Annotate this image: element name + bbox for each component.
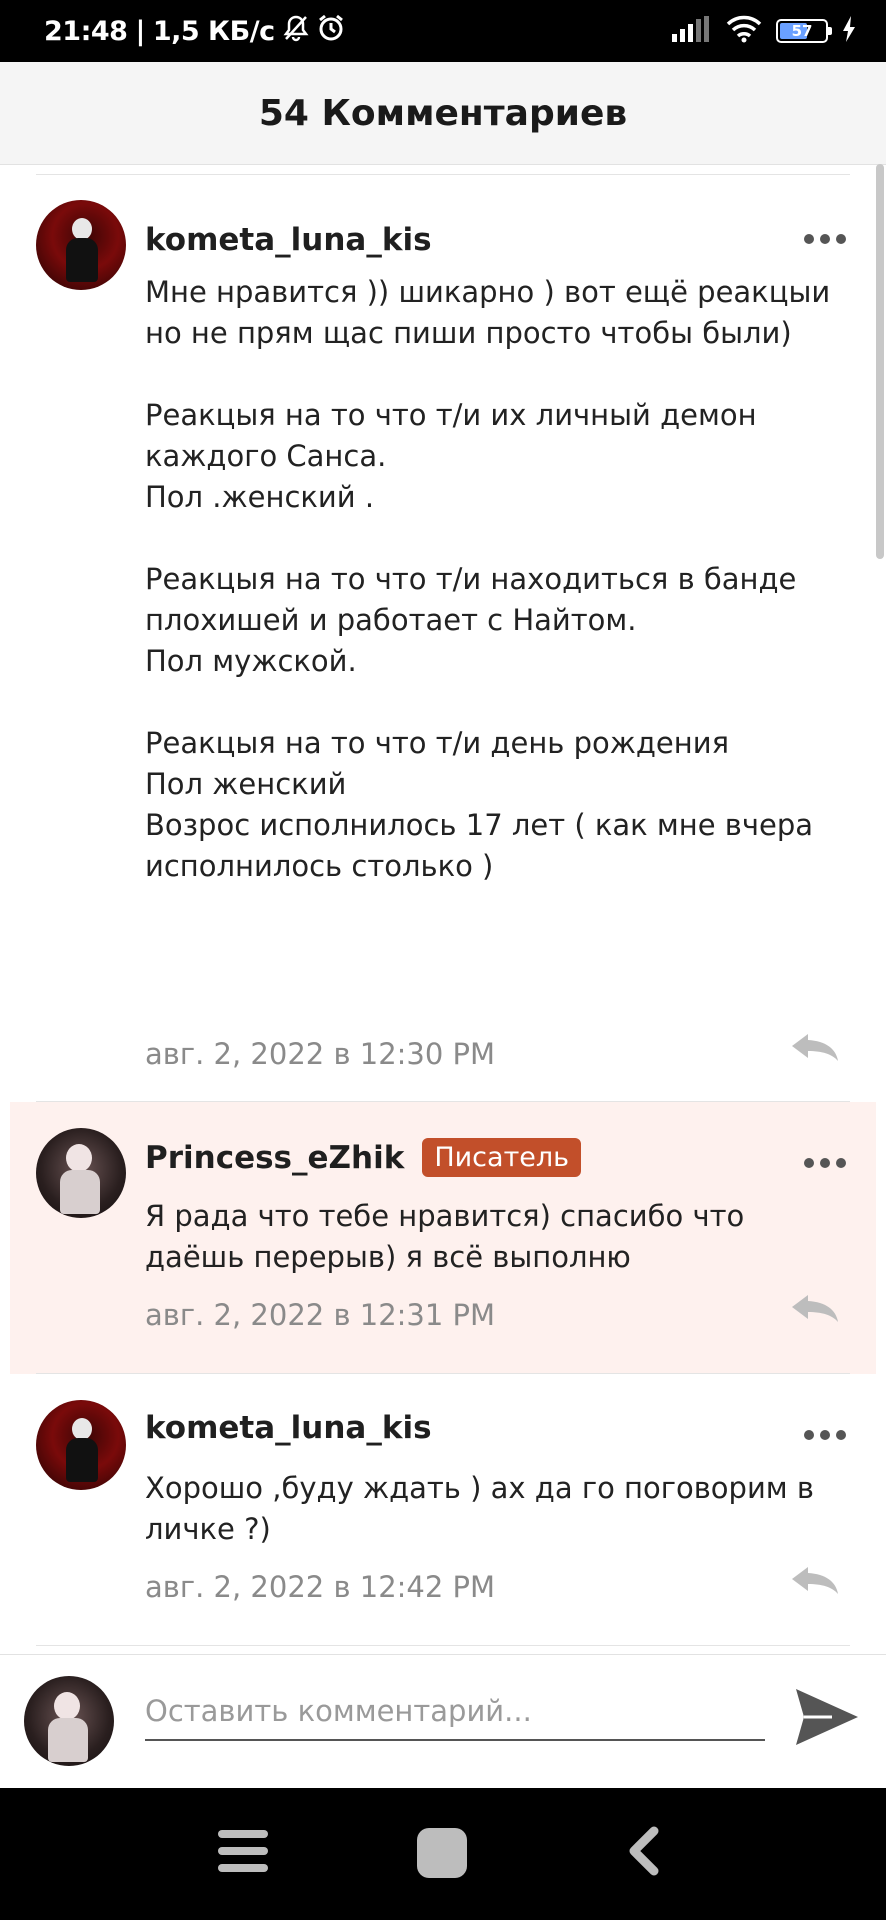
- comment-author[interactable]: Princess_eZhik: [145, 1140, 404, 1176]
- network-speed: 1,5 КБ/с: [152, 15, 275, 47]
- comment-author[interactable]: kometa_luna_kis: [145, 1410, 432, 1446]
- comment-date: авг. 2, 2022 в 12:31 PM: [145, 1298, 496, 1332]
- comment-author[interactable]: kometa_luna_kis: [145, 222, 432, 258]
- comments-header: 54 Комментариев: [0, 62, 886, 165]
- system-nav-bar: [0, 1788, 886, 1920]
- avatar-figure-head: [66, 1144, 92, 1172]
- comments-list[interactable]: kometa_luna_kis Мне нравится )) шикарно …: [0, 164, 886, 1654]
- avatar-figure-head: [72, 1418, 92, 1440]
- comment-item: kometa_luna_kis Хорошо ,буду ждать ) ах …: [10, 1374, 876, 1646]
- home-icon[interactable]: [415, 1826, 469, 1880]
- status-left: 21:48 | 1,5 КБ/с: [44, 0, 345, 62]
- reply-icon[interactable]: [790, 1032, 840, 1062]
- comment-date: авг. 2, 2022 в 12:30 PM: [145, 1037, 496, 1071]
- signal-icon: [672, 16, 712, 46]
- send-icon[interactable]: [792, 1685, 862, 1749]
- back-icon[interactable]: [624, 1826, 664, 1876]
- page-title: 54 Комментариев: [258, 92, 628, 134]
- avatar-figure-body: [66, 1438, 98, 1482]
- avatar[interactable]: [36, 200, 126, 290]
- comment-author-row: kometa_luna_kis: [145, 1410, 432, 1446]
- reply-icon[interactable]: [790, 1565, 840, 1595]
- charging-icon: [842, 16, 856, 46]
- battery-tip: [828, 27, 832, 35]
- avatar[interactable]: [36, 1400, 126, 1490]
- avatar-figure-body: [66, 238, 98, 282]
- comment-author-row: Princess_eZhik Писатель: [145, 1138, 582, 1177]
- comment-date: авг. 2, 2022 в 12:42 PM: [145, 1570, 496, 1604]
- avatar-figure-head: [54, 1692, 80, 1720]
- bell-off-icon: [283, 14, 309, 49]
- wifi-icon: [726, 15, 762, 47]
- comment-item: Princess_eZhik Писатель Я рада что тебе …: [10, 1102, 876, 1374]
- current-user-avatar: [24, 1676, 114, 1766]
- reply-icon[interactable]: [790, 1293, 840, 1323]
- comment-input[interactable]: [145, 1683, 765, 1741]
- avatar-figure-body: [60, 1170, 100, 1214]
- comment-text: Я рада что тебе нравится) спасибо что да…: [145, 1199, 745, 1274]
- alarm-icon: [317, 14, 345, 49]
- comment-text: Мне нравится )) шикарно ) вот ещё реакцы…: [145, 275, 831, 883]
- menu-icon[interactable]: [216, 1826, 270, 1876]
- status-right: 57: [672, 0, 856, 62]
- status-bar: 21:48 | 1,5 КБ/с 57: [0, 0, 886, 62]
- avatar[interactable]: [36, 1128, 126, 1218]
- comment-text: Хорошо ,буду ждать ) ах да го поговорим …: [145, 1471, 814, 1546]
- separator: |: [135, 15, 145, 47]
- more-options-icon[interactable]: [804, 1430, 846, 1440]
- battery-level: 57: [791, 22, 813, 40]
- divider: [36, 174, 850, 175]
- scrollbar[interactable]: [876, 164, 884, 559]
- writer-badge: Писатель: [422, 1138, 582, 1177]
- divider: [36, 1645, 850, 1646]
- comment-item: kometa_luna_kis Мне нравится )) шикарно …: [10, 182, 876, 1102]
- more-options-icon[interactable]: [804, 234, 846, 244]
- more-options-icon[interactable]: [804, 1158, 846, 1168]
- battery-icon: 57: [776, 19, 832, 43]
- comment-composer: [0, 1654, 886, 1789]
- avatar-figure-body: [48, 1718, 88, 1762]
- clock: 21:48: [44, 15, 128, 47]
- avatar-figure-head: [72, 218, 92, 240]
- comment-author-row: kometa_luna_kis: [145, 222, 432, 258]
